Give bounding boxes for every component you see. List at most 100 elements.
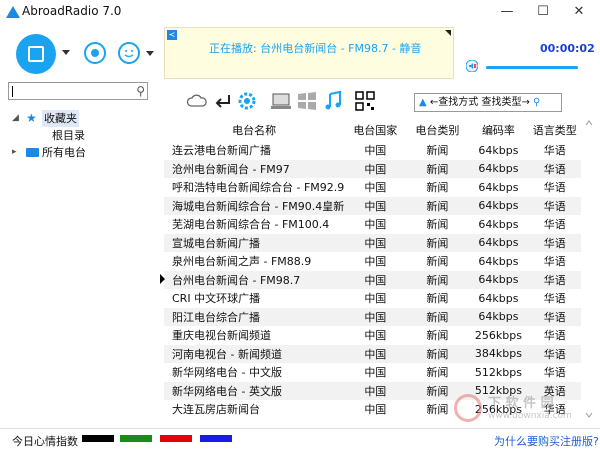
mood-swatch-blue[interactable]	[200, 435, 232, 442]
cell-category: 新闻	[426, 292, 449, 306]
mood-swatch-black[interactable]	[82, 435, 114, 442]
folder-icon	[26, 148, 39, 157]
cell-bitrate: 384kbps	[468, 344, 529, 363]
column-header-country[interactable]: 电台国家	[344, 119, 407, 141]
cell-language: 华语	[543, 292, 566, 306]
mood-button[interactable]	[118, 42, 140, 64]
tree-item-root[interactable]: 根目录	[8, 127, 158, 144]
music-icon[interactable]	[322, 90, 344, 112]
play-options-dropdown[interactable]	[62, 50, 70, 55]
cell-station-name: 宣城电台新闻广播	[164, 233, 345, 252]
expand-right-icon[interactable]: ▸	[12, 144, 17, 161]
column-header-bitrate[interactable]: 编码率	[468, 119, 529, 141]
cell-category: 新闻	[426, 144, 449, 158]
record-icon	[91, 49, 99, 57]
table-row[interactable]: 连云港电台新闻广播 中国 新闻 64kbps 华语	[164, 141, 581, 160]
cell-bitrate: 64kbps	[468, 159, 529, 178]
cell-station-name: 连云港电台新闻广播	[172, 144, 271, 158]
register-link[interactable]: 为什么要购买注册版?	[494, 433, 599, 449]
table-row[interactable]: 呼和浩特电台新闻综合台 - FM92.9 中国 新闻 64kbps 华语	[164, 178, 581, 197]
cell-language: 华语	[528, 344, 581, 363]
cell-language: 华语	[528, 159, 581, 178]
table-row[interactable]: 芜湖电台新闻综合台 - FM100.4 中国 新闻 64kbps 华语	[164, 215, 581, 234]
cell-category: 新闻	[426, 181, 449, 195]
smiley-icon	[124, 50, 134, 58]
cell-country: 中国	[364, 366, 387, 380]
vertical-scrollbar[interactable]	[584, 119, 594, 419]
share-icon[interactable]: ≺	[167, 30, 177, 40]
cell-bitrate: 64kbps	[468, 307, 529, 326]
search-icon[interactable]: ⚲	[136, 84, 145, 98]
back-arrow-icon[interactable]	[212, 90, 234, 112]
cell-country: 中国	[344, 233, 407, 252]
mood-swatch-red[interactable]	[160, 435, 192, 442]
tree-label-favorites: 收藏夹	[42, 110, 79, 127]
expand-down-icon[interactable]: ◢	[12, 110, 19, 127]
table-row[interactable]: 台州电台新闻台 - FM98.7 中国 新闻 64kbps 华语	[164, 270, 581, 289]
cell-bitrate: 64kbps	[478, 291, 519, 305]
table-row[interactable]: 阳江电台综合广播 中国 新闻 64kbps 华语	[164, 307, 581, 326]
windows-icon[interactable]	[296, 90, 318, 112]
find-search-icon[interactable]: ⚲	[533, 97, 540, 108]
cell-station-name: 新华网络电台 - 英文版	[164, 381, 345, 400]
window-title: AbroadRadio 7.0	[22, 4, 122, 18]
computer-icon[interactable]	[270, 90, 292, 112]
table-row[interactable]: 海城电台新闻综合台 - FM90.4皇新 中国 新闻 64kbps 华语	[164, 196, 581, 215]
cell-station-name: 重庆电视台新闻频道	[172, 329, 271, 343]
cell-station-name: 新华网络电台 - 中文版	[172, 366, 282, 380]
cell-language: 华语	[528, 307, 581, 326]
minimize-button[interactable]: —	[492, 2, 522, 22]
cell-bitrate: 64kbps	[478, 217, 519, 231]
qr-code-icon[interactable]	[354, 90, 376, 112]
cell-language: 华语	[543, 144, 566, 158]
table-row[interactable]: 重庆电视台新闻频道 中国 新闻 256kbps 华语	[164, 326, 581, 345]
cell-category: 新闻	[426, 218, 449, 232]
table-row[interactable]: 泉州电台新闻之声 - FM88.9 中国 新闻 64kbps 华语	[164, 252, 581, 271]
cell-country: 中国	[344, 159, 407, 178]
cell-language: 华语	[543, 218, 566, 232]
volume-slider[interactable]	[486, 66, 578, 69]
table-row[interactable]: CRI 中文环球广播 中国 新闻 64kbps 华语	[164, 289, 581, 308]
tree-label-all: 所有电台	[42, 146, 86, 159]
volume-icon[interactable]	[466, 60, 478, 72]
column-header-category[interactable]: 电台类别	[406, 119, 469, 141]
watermark-logo-icon	[454, 394, 482, 422]
tree-item-all-stations[interactable]: ▸ 所有电台	[8, 144, 158, 161]
table-row[interactable]: 河南电视台 - 新闻频道 中国 新闻 384kbps 华语	[164, 344, 581, 363]
find-mode-selector[interactable]: ▲ ←查找方式 查找类型→ ⚲	[414, 93, 562, 112]
cell-bitrate: 64kbps	[478, 254, 519, 268]
table-row[interactable]: 宣城电台新闻广播 中国 新闻 64kbps 华语	[164, 233, 581, 252]
tree-item-favorites[interactable]: ◢ ★ 收藏夹	[8, 110, 158, 127]
table-row[interactable]: 沧州电台新闻台 - FM97 中国 新闻 64kbps 华语	[164, 159, 581, 178]
column-header-name[interactable]: 电台名称	[164, 119, 345, 141]
cell-country: 中国	[344, 196, 407, 215]
cell-country: 中国	[364, 218, 387, 232]
cell-category: 新闻	[426, 329, 449, 343]
cell-country: 中国	[344, 307, 407, 326]
cell-language: 华语	[528, 196, 581, 215]
find-mode-text: ←查找方式 查找类型→	[429, 97, 530, 108]
cell-bitrate: 64kbps	[478, 180, 519, 194]
cell-station-name: 大连瓦房店新闻台	[172, 403, 260, 417]
stop-button[interactable]	[16, 34, 56, 74]
stop-icon	[28, 46, 44, 62]
cell-category: 新闻	[406, 196, 469, 215]
cell-country: 中国	[364, 292, 387, 306]
maximize-button[interactable]: ☐	[528, 2, 558, 22]
cell-country: 中国	[364, 255, 387, 269]
column-header-language[interactable]: 语言类型	[528, 119, 581, 141]
cloud-icon[interactable]	[186, 90, 208, 112]
cell-language: 华语	[528, 270, 581, 289]
cell-bitrate: 64kbps	[468, 270, 529, 289]
search-input[interactable]: ⚲	[8, 82, 148, 100]
table-row[interactable]: 新华网络电台 - 中文版 中国 新闻 512kbps 华语	[164, 363, 581, 382]
cell-country: 中国	[364, 144, 387, 158]
mood-dropdown[interactable]	[146, 51, 154, 56]
gear-icon[interactable]	[236, 90, 258, 112]
record-button[interactable]	[84, 42, 106, 64]
close-button[interactable]: ✕	[564, 2, 594, 22]
mood-swatch-green[interactable]	[120, 435, 152, 442]
cell-station-name: 海城电台新闻综合台 - FM90.4皇新	[164, 196, 345, 215]
cell-country: 中国	[364, 403, 387, 417]
cell-category: 新闻	[406, 344, 469, 363]
